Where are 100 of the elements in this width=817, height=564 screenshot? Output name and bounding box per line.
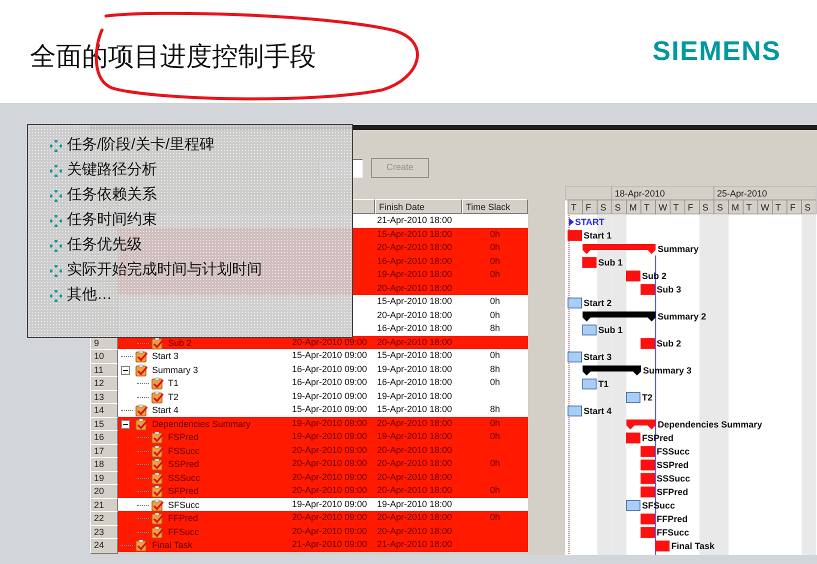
task-icon [135,418,148,431]
expand-toggle[interactable] [121,366,130,375]
finish-date: 19-Apr-2010 18:00 [376,390,454,403]
task-icon [135,350,148,364]
table-row[interactable]: 11 Summary 3 16-Apr-2010 09:00 19-Apr-2010 18:00 8h [90,362,528,376]
bullet-text: 任务/阶段/关卡/里程碑 [67,135,215,156]
table-row[interactable]: 15 Dependencies Summary 19-Apr-2010 09:00 20-Apr-2010 18:00 0h [90,416,528,430]
task-icon [151,485,164,498]
bullet-text: 任务时间约束 [67,210,157,230]
start-date: 16-Apr-2010 09:00 [291,362,368,376]
task-name: FFPred [168,512,198,525]
table-row[interactable]: 14 Start 4 15-Apr-2010 09:00 15-Apr-2010 18:00 8h [90,403,528,416]
table-row[interactable]: 20 SFPred 20-Apr-2010 09:00 20-Apr-2010 18:00 0h [90,484,528,498]
expand-toggle[interactable] [121,420,130,429]
time-slack: 0h [488,308,501,322]
task-icon [151,336,164,350]
bar-label: Summary [658,244,699,254]
bullet-text: 任务优先级 [67,235,142,256]
start-date: 20-Apr-2010 09:00 [291,524,368,538]
bar-label: T1 [598,379,609,389]
day-header: W [758,200,773,214]
start-date: 20-Apr-2010 09:00 [291,336,368,349]
day-header: S [699,200,714,214]
table-row[interactable]: 22 FFPred 20-Apr-2010 09:00 20-Apr-2010 18:00 0h [90,511,528,524]
finish-date: 20-Apr-2010 18:00 [376,336,454,349]
task-icon [151,458,164,472]
start-date: 20-Apr-2010 09:00 [291,457,368,470]
task-icon [135,404,148,418]
task-name: FSPred [168,431,199,444]
table-row[interactable]: 16 FSPred 19-Apr-2010 09:00 19-Apr-2010 18:00 0h [90,430,528,444]
column-header[interactable]: Time Slack [462,199,528,214]
table-row[interactable]: 21 SFSucc 19-Apr-2010 09:00 19-Apr-2010 18:00 [90,498,528,511]
day-header: F [684,200,700,214]
bullet-text: 其他… [67,285,112,306]
start-date: 19-Apr-2010 09:00 [291,416,368,430]
time-slack: 0h [488,349,501,362]
task-name: FFSucc [168,526,200,538]
bar-label: T2 [642,392,653,402]
day-header: T [670,200,686,214]
finish-date: 15-Apr-2010 18:00 [376,228,454,241]
bullet-text: 关键路径分析 [67,160,157,180]
time-slack: 8h [488,362,501,376]
logo: SIEMENS [652,35,781,68]
task-name: Final Task [152,539,192,552]
time-slack: 0h [488,295,501,308]
bar-label: FFPred [656,514,688,524]
bar-label: Start 4 [584,406,612,416]
finish-date: 21-Apr-2010 18:00 [376,538,454,551]
time-slack: 0h [488,268,501,281]
task-name: FSSucc [168,444,200,458]
time-slack: 0h [488,457,501,470]
table-row[interactable]: 23 FFSucc 20-Apr-2010 09:00 20-Apr-2010 18:00 [90,524,528,538]
finish-date: 20-Apr-2010 18:00 [376,511,454,524]
start-date: 15-Apr-2010 09:00 [291,403,368,416]
start-date: 20-Apr-2010 09:00 [291,511,368,524]
finish-date: 20-Apr-2010 18:00 [376,308,454,322]
task-name: SFPred [168,485,199,498]
table-row[interactable]: 12 T1 16-Apr-2010 09:00 16-Apr-2010 18:00 0h [90,376,528,390]
task-icon [151,512,164,526]
table-row[interactable]: 10 Start 3 15-Apr-2010 09:00 15-Apr-2010 18:00 0h [90,349,528,362]
bar-label: FSSucc [656,446,690,456]
bar-label: START [575,217,604,227]
task-icon [151,526,164,539]
day-header: T [640,200,656,214]
task-icon [151,444,164,458]
bar-label: Sub 1 [598,258,623,268]
table-row[interactable]: 24 Final Task 21-Apr-2010 09:00 21-Apr-2010 18:00 [90,538,528,552]
day-header: S [714,200,729,214]
bar-label: Summary 2 [658,312,706,322]
start-date: 15-Apr-2010 09:00 [291,349,368,362]
time-slack: 0h [488,254,501,268]
week-header: 25-Apr-2010 [714,186,816,200]
start-date: 21-Apr-2010 09:00 [291,538,368,551]
finish-date: 20-Apr-2010 18:00 [376,484,454,497]
bullet-icon [50,214,62,226]
bullet-text: 任务依赖关系 [67,185,157,206]
day-header: T [568,200,583,214]
table-row[interactable]: 19 SSSucc 20-Apr-2010 09:00 20-Apr-2010 18:00 [90,470,528,484]
table-row[interactable]: 18 SSPred 20-Apr-2010 09:00 20-Apr-2010 18:00 0h [90,457,528,470]
bullet-icon [50,240,62,252]
task-name: SSSucc [168,472,200,484]
bar-label: Start 1 [584,230,612,240]
bar-label: Start 3 [584,352,612,362]
table-row[interactable]: 13 T2 19-Apr-2010 09:00 19-Apr-2010 18:00 [90,390,528,403]
finish-date: 16-Apr-2010 18:00 [376,254,454,268]
finish-date: 19-Apr-2010 18:00 [376,362,454,376]
finish-date: 19-Apr-2010 18:00 [376,498,454,511]
start-date: 20-Apr-2010 09:00 [291,484,368,497]
bullet-icon [50,164,62,176]
task-name: Summary 3 [152,364,198,377]
finish-date: 19-Apr-2010 18:00 [376,430,454,443]
bullet-text: 实际开始完成时间与计划时间 [67,260,262,280]
column-header[interactable]: Finish Date [375,199,462,214]
task-icon [151,431,164,444]
bar-label: Sub 3 [656,284,682,294]
finish-date: 21-Apr-2010 18:00 [376,214,454,227]
finish-date: 20-Apr-2010 18:00 [376,416,454,430]
table-row[interactable]: 17 FSSucc 20-Apr-2010 09:00 20-Apr-2010 18:00 [90,444,528,457]
finish-date: 15-Apr-2010 18:00 [376,403,454,416]
bar-label: Final Task [671,541,715,551]
